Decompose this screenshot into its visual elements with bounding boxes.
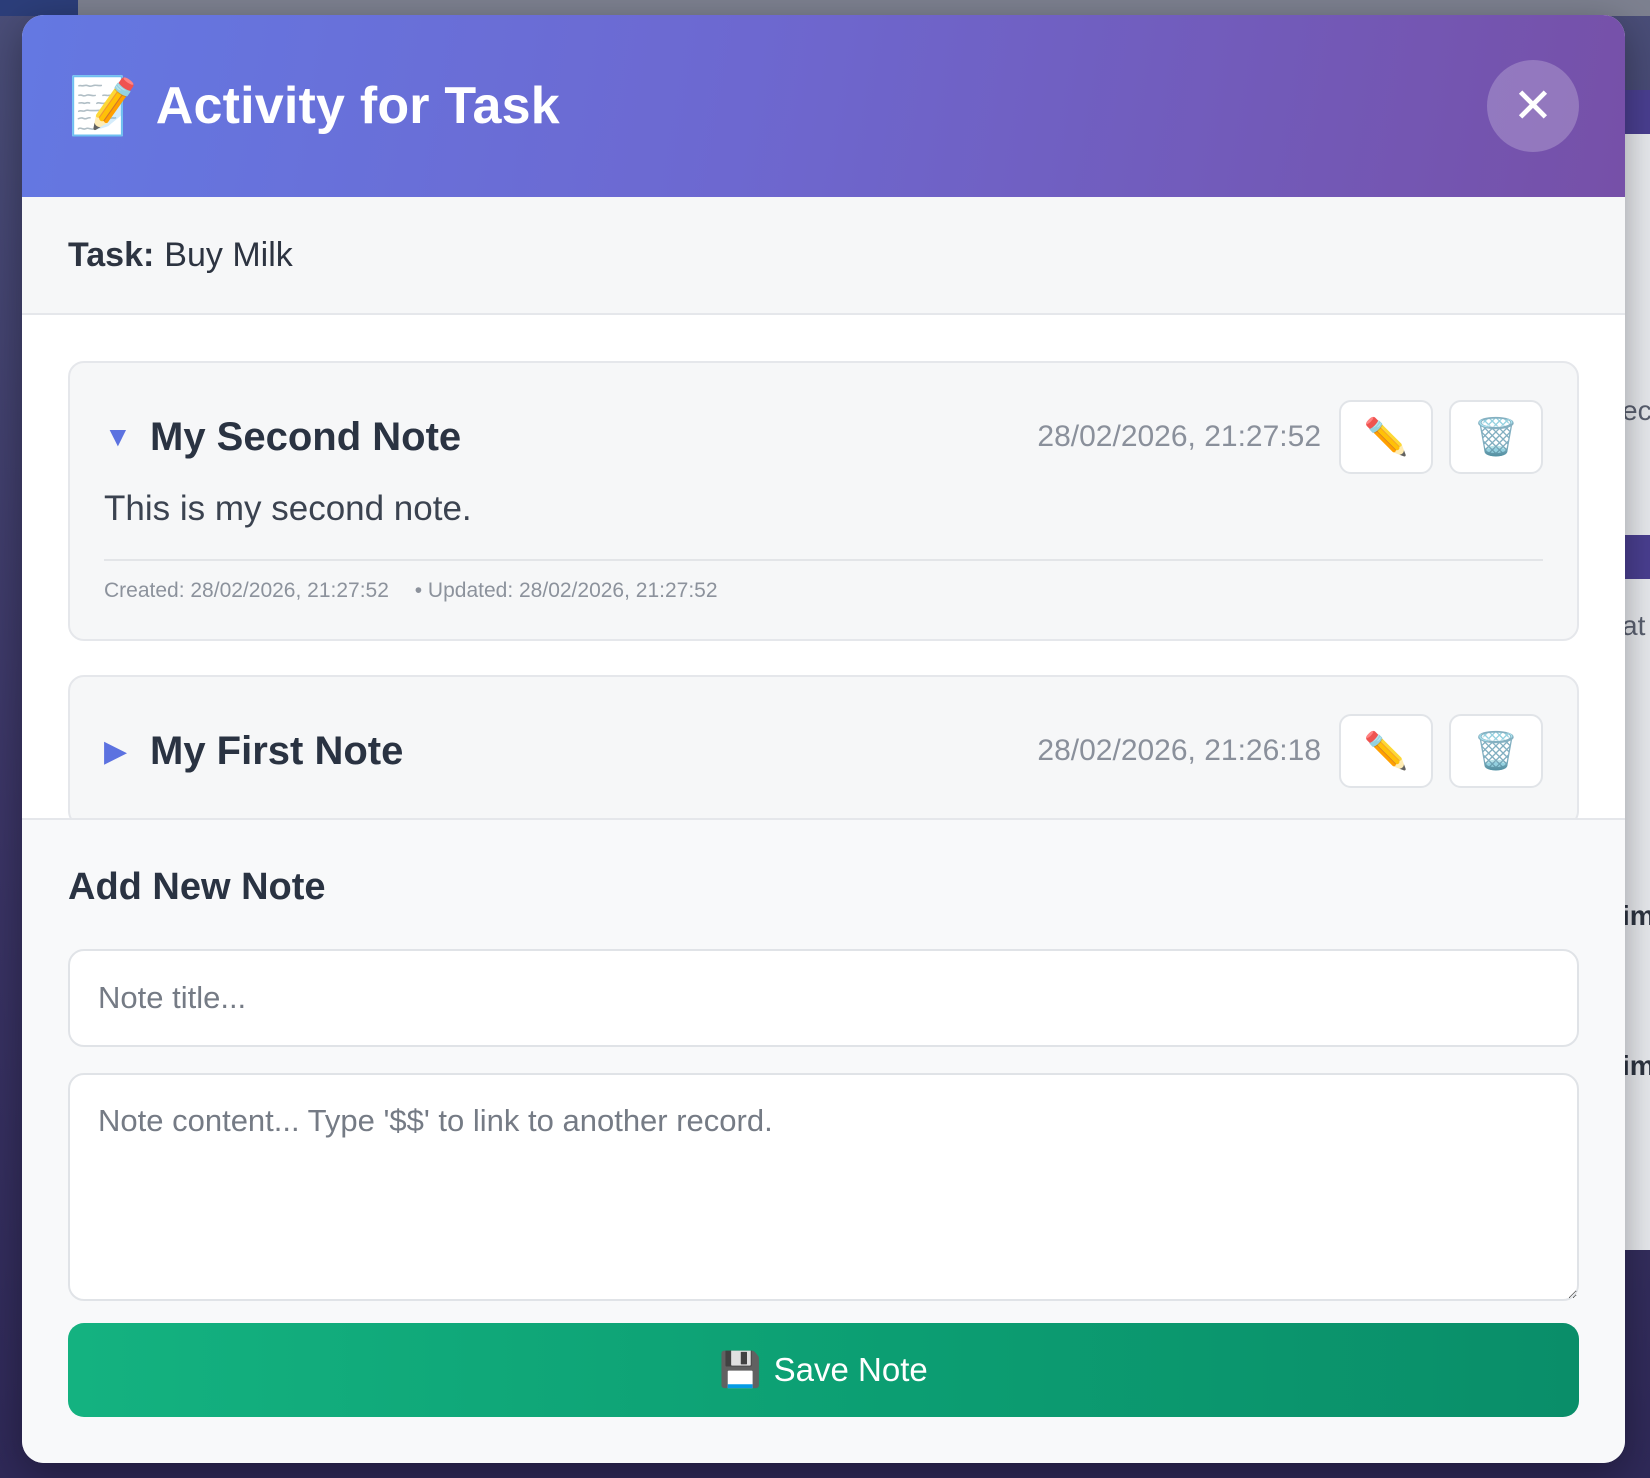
note-title: My First Note: [150, 728, 404, 773]
note-header[interactable]: ▶ My First Note 28/02/2026, 21:26:18 ✏️ …: [104, 677, 1543, 818]
backdrop-nav-strip: [0, 0, 78, 16]
save-note-button[interactable]: 💾 Save Note: [68, 1323, 1579, 1417]
note-title: My Second Note: [150, 414, 462, 459]
close-button[interactable]: ✕: [1487, 60, 1579, 152]
note-header[interactable]: ▼ My Second Note 28/02/2026, 21:27:52 ✏️…: [104, 363, 1543, 511]
pencil-icon: ✏️: [1363, 730, 1409, 771]
note-updated: • Updated: 28/02/2026, 21:27:52: [414, 579, 718, 602]
save-note-label: Save Note: [773, 1351, 928, 1388]
note-title-input[interactable]: [68, 949, 1579, 1047]
delete-note-button[interactable]: 🗑️: [1449, 400, 1543, 474]
note-timestamp: 28/02/2026, 21:26:18: [1037, 734, 1321, 767]
modal-header: 📝 Activity for Task ✕: [22, 15, 1625, 197]
add-note-heading: Add New Note: [68, 866, 326, 908]
backdrop-text-fragment: im: [1622, 1050, 1650, 1081]
trash-icon: 🗑️: [1473, 730, 1519, 771]
activity-modal: 📝 Activity for Task ✕ Task: Buy Milk ▼ M…: [22, 15, 1625, 1463]
floppy-disk-icon: 💾: [719, 1351, 762, 1389]
memo-icon: 📝: [68, 74, 138, 137]
add-note-section: Add New Note 💾 Save Note: [22, 820, 1625, 1463]
backdrop-text-fragment: ec: [1622, 395, 1650, 426]
note-card: ▼ My Second Note 28/02/2026, 21:27:52 ✏️…: [68, 361, 1579, 641]
note-metadata: Created: 28/02/2026, 21:27:52 • Updated:…: [104, 561, 1543, 639]
note-timestamp: 28/02/2026, 21:27:52: [1037, 420, 1321, 453]
backdrop-text-fragment: im: [1622, 900, 1650, 931]
task-name: Buy Milk: [164, 235, 293, 274]
note-content-textarea[interactable]: [68, 1073, 1579, 1301]
trash-icon: 🗑️: [1473, 416, 1519, 457]
notes-list[interactable]: ▼ My Second Note 28/02/2026, 21:27:52 ✏️…: [22, 315, 1625, 820]
edit-note-button[interactable]: ✏️: [1339, 714, 1433, 788]
caret-down-icon[interactable]: ▼: [104, 421, 150, 453]
backdrop-text-fragment: at: [1622, 610, 1646, 641]
backdrop-top-strip: [78, 0, 1650, 16]
modal-title: Activity for Task: [155, 77, 560, 135]
task-label: Task:: [68, 235, 155, 274]
note-created: Created: 28/02/2026, 21:27:52: [104, 579, 389, 602]
note-card: ▶ My First Note 28/02/2026, 21:26:18 ✏️ …: [68, 675, 1579, 818]
caret-right-icon[interactable]: ▶: [104, 734, 150, 769]
close-icon: ✕: [1512, 80, 1554, 133]
delete-note-button[interactable]: 🗑️: [1449, 714, 1543, 788]
edit-note-button[interactable]: ✏️: [1339, 400, 1433, 474]
task-info-bar: Task: Buy Milk: [22, 197, 1625, 315]
pencil-icon: ✏️: [1363, 416, 1409, 457]
